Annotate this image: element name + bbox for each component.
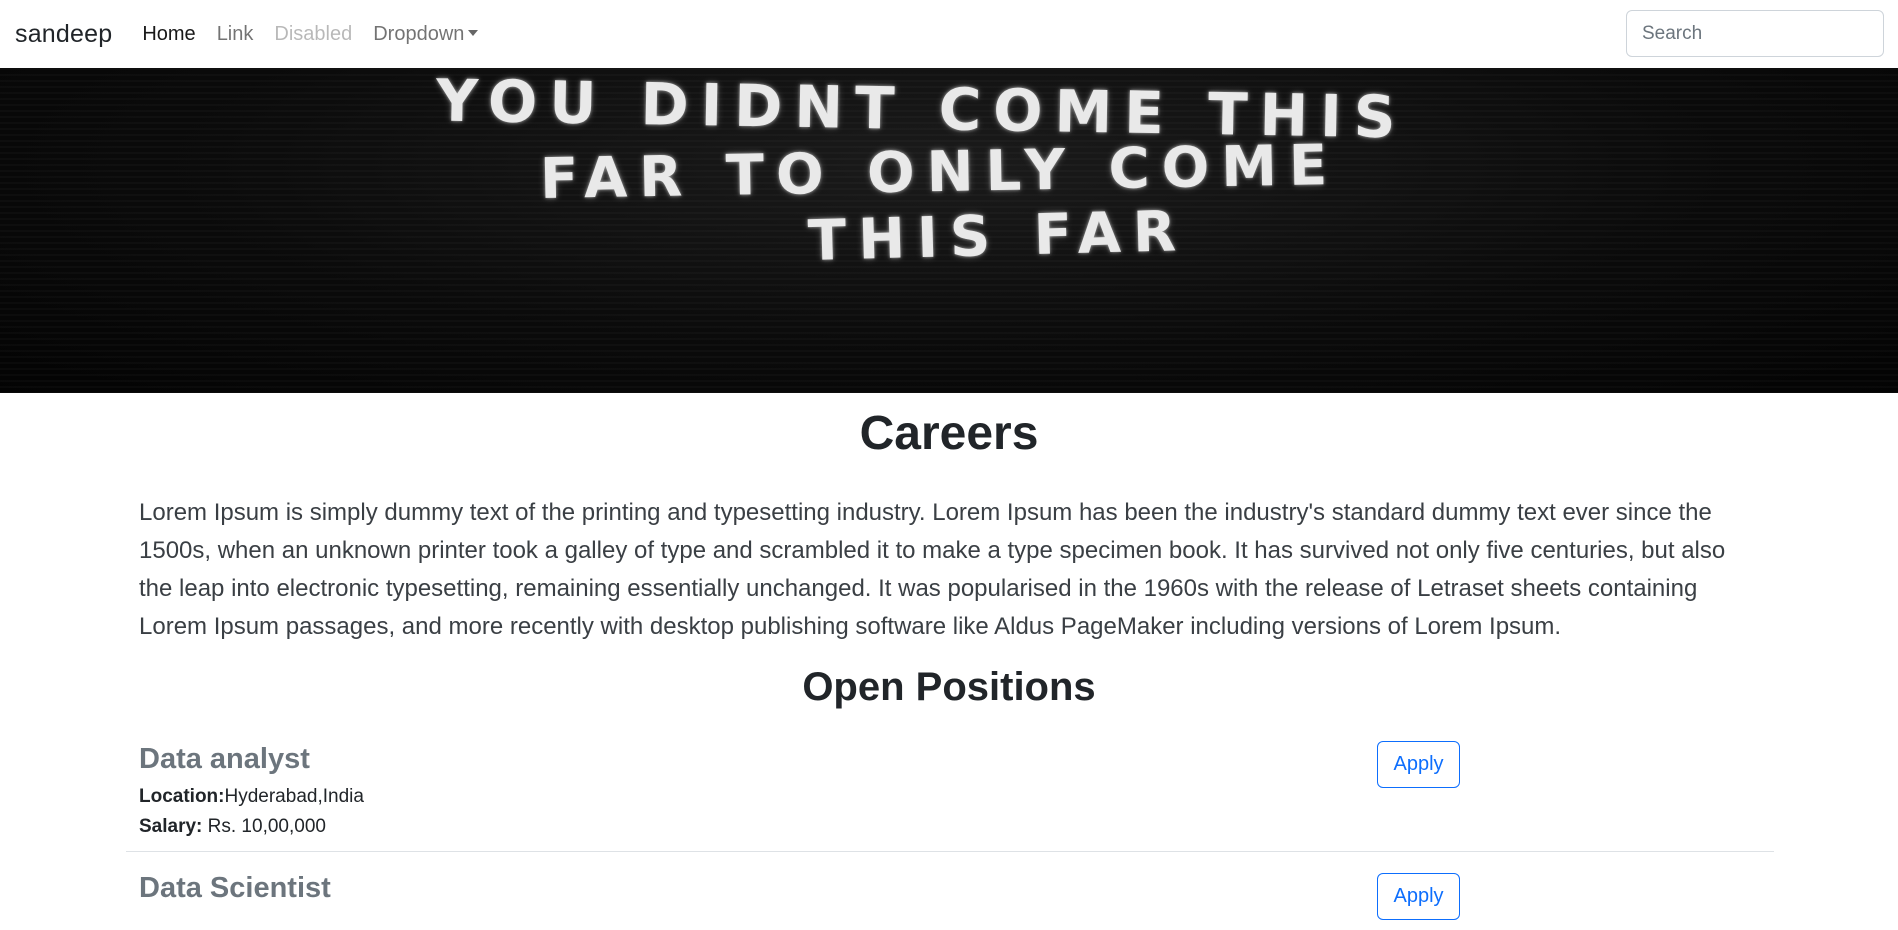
location-label: Location: bbox=[139, 786, 225, 807]
open-positions-heading: Open Positions bbox=[802, 665, 1096, 709]
job-listing: Data Scientist Apply bbox=[126, 870, 1774, 930]
nav-dropdown-toggle[interactable]: Dropdown bbox=[373, 22, 479, 46]
salary-value: Rs. 10,00,000 bbox=[207, 816, 326, 837]
hero-text-line: FAR TO ONLY COME bbox=[539, 133, 1340, 212]
caret-down-icon bbox=[468, 29, 479, 36]
hero-text-line: THIS FAR bbox=[807, 199, 1189, 274]
nav-link-disabled: Disabled bbox=[274, 22, 353, 45]
hero-banner-image: YOU DIDNT COME THIS FAR TO ONLY COME THI… bbox=[0, 68, 1898, 393]
careers-intro-text: Lorem Ipsum is simply dummy text of the … bbox=[139, 499, 1726, 640]
location-value: Hyderabad,India bbox=[224, 786, 364, 807]
job-location: Location:Hyderabad,India bbox=[139, 785, 364, 809]
apply-button[interactable]: Apply bbox=[1377, 873, 1460, 920]
top-navbar: sandeep Home Link Disabled Dropdown bbox=[0, 0, 1898, 68]
salary-label: Salary: bbox=[139, 816, 203, 837]
page-title: Careers bbox=[859, 407, 1039, 460]
apply-button[interactable]: Apply bbox=[1377, 741, 1460, 788]
brand-link[interactable]: sandeep bbox=[15, 20, 112, 49]
job-title: Data Scientist bbox=[139, 872, 331, 904]
nav-link-link[interactable]: Link bbox=[217, 23, 254, 46]
search-input[interactable] bbox=[1626, 10, 1884, 57]
job-salary: Salary: Rs. 10,00,000 bbox=[139, 815, 326, 839]
nav-link-home[interactable]: Home bbox=[142, 23, 195, 46]
job-listing: Data analyst Location:Hyderabad,India Sa… bbox=[126, 738, 1774, 852]
nav-dropdown-label: Dropdown bbox=[373, 22, 465, 45]
job-title: Data analyst bbox=[139, 743, 310, 775]
